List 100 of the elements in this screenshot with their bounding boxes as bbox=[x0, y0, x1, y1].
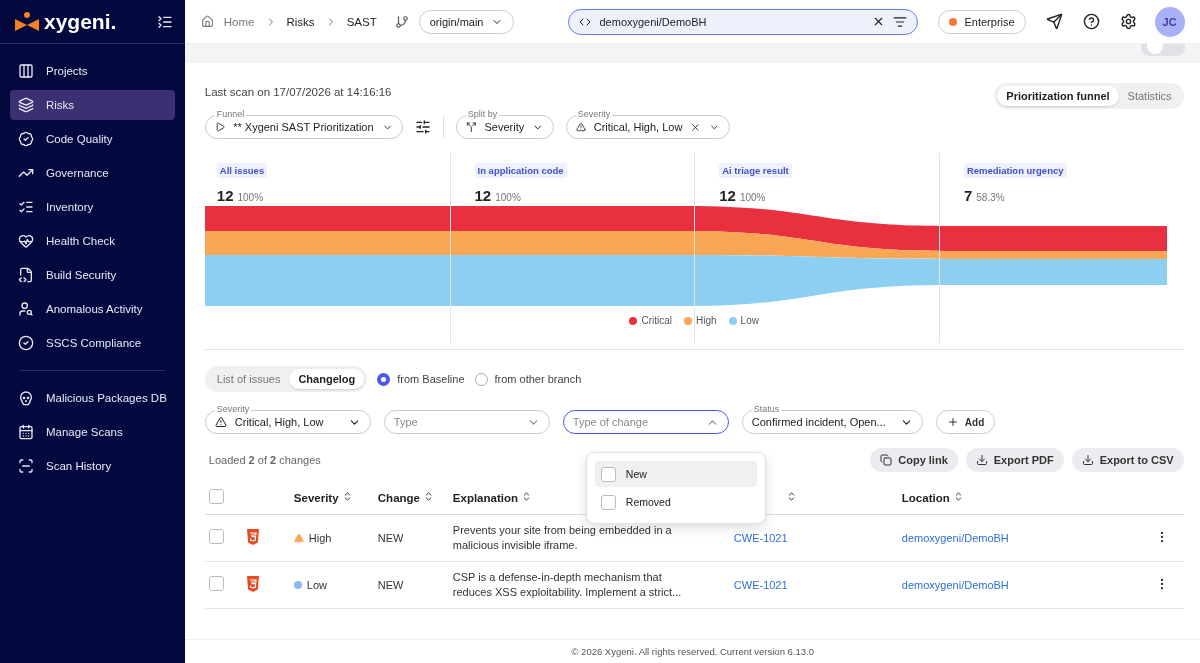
sidebar-item[interactable]: Risks bbox=[10, 90, 175, 120]
badge-icon bbox=[18, 131, 34, 147]
collapse-icon[interactable] bbox=[156, 13, 173, 30]
field-legend: Funnel bbox=[214, 109, 247, 120]
sidebar-item[interactable]: Build Security bbox=[10, 260, 175, 290]
calendar-icon bbox=[18, 424, 34, 440]
view-tab[interactable]: Statistics bbox=[1118, 86, 1181, 106]
settings-icon[interactable] bbox=[1119, 13, 1137, 30]
cwe-link[interactable]: CWE-1021 bbox=[733, 578, 788, 591]
stage-count: 12 bbox=[216, 187, 234, 204]
severity-text: High bbox=[308, 531, 332, 544]
action-button[interactable]: Export PDF bbox=[965, 448, 1064, 472]
stage-count: 7 bbox=[963, 187, 973, 204]
checkbox[interactable] bbox=[208, 576, 224, 591]
filter-select[interactable]: Type of change bbox=[562, 404, 729, 434]
play-icon bbox=[214, 121, 226, 133]
branch-icon bbox=[394, 14, 409, 29]
stage-label: Ai triage result bbox=[719, 163, 792, 178]
user-avatar[interactable]: JC bbox=[1154, 6, 1185, 37]
sidebar-item[interactable]: Governance bbox=[10, 158, 175, 188]
stage-label: Remediation urgency bbox=[963, 163, 1067, 178]
field-legend: Severity bbox=[214, 404, 252, 415]
stage-count: 12 bbox=[719, 187, 736, 204]
download-icon bbox=[975, 454, 988, 466]
stage-percent: 58.3% bbox=[976, 192, 1005, 203]
last-scan-text: Last scan on 17/07/2026 at 14:16:16 bbox=[204, 86, 392, 98]
radio-button[interactable] bbox=[377, 372, 391, 386]
filter-select[interactable]: Type bbox=[383, 404, 550, 434]
radio-label[interactable]: from Baseline bbox=[397, 373, 465, 385]
filter-icon bbox=[893, 14, 908, 29]
change-text: NEW bbox=[377, 531, 404, 544]
severity-text: Low bbox=[306, 578, 327, 591]
sliders-icon[interactable] bbox=[414, 119, 431, 135]
breadcrumb-link[interactable]: Risks bbox=[286, 15, 315, 28]
location-link[interactable]: demoxygeni/DemoBH bbox=[901, 531, 1009, 544]
html5-icon bbox=[245, 528, 260, 545]
sidebar-item[interactable]: Anomalous Activity bbox=[10, 294, 175, 324]
add-filter-button[interactable]: Add bbox=[935, 410, 996, 434]
layers-icon bbox=[18, 97, 34, 113]
loaded-count: Loaded 2 of 2 changes bbox=[208, 454, 321, 466]
field-legend: Severity bbox=[575, 109, 613, 120]
filter-select[interactable]: Funnel ** Xygeni SAST Prioritization bbox=[204, 109, 403, 139]
explanation-text: CSP is a defense-in-depth mechanism that reduces XSS exploitability. Implement a strict... bbox=[452, 569, 683, 600]
sidebar-item[interactable]: SSCS Compliance bbox=[10, 328, 175, 358]
explanation-text: Prevents your site from being embedded in a malicious invisible iframe. bbox=[452, 522, 673, 553]
skull-icon bbox=[18, 390, 34, 406]
filter-select[interactable]: Severity Critical, High, Low bbox=[565, 109, 730, 139]
field-legend: Status bbox=[751, 404, 782, 415]
user-search-icon bbox=[18, 301, 34, 317]
project-search[interactable]: demoxygeni/DemoBH bbox=[568, 8, 919, 35]
legend-label: Low bbox=[740, 315, 759, 326]
filter-select[interactable]: Status Confirmed incident, Open... bbox=[741, 404, 923, 434]
stage-count: 12 bbox=[474, 187, 492, 204]
action-button[interactable]: Copy link bbox=[870, 448, 958, 472]
list-tab[interactable]: Changelog bbox=[289, 369, 365, 389]
logo[interactable]: xygeni. bbox=[14, 9, 117, 34]
logo-icon bbox=[14, 10, 40, 33]
sidebar-item[interactable]: Projects bbox=[10, 56, 175, 86]
column-header[interactable]: Change bbox=[376, 482, 452, 514]
legend-label: High bbox=[696, 315, 717, 326]
column-header[interactable]: Location bbox=[900, 482, 1154, 514]
list-icon bbox=[18, 199, 34, 215]
action-button[interactable]: Export to CSV bbox=[1071, 448, 1184, 472]
sidebar-item[interactable]: Inventory bbox=[10, 192, 175, 222]
filter-select[interactable]: Severity Critical, High, Low bbox=[204, 404, 371, 434]
change-text: NEW bbox=[377, 578, 404, 591]
stage-percent: 100% bbox=[237, 192, 264, 203]
checkbox[interactable] bbox=[208, 489, 224, 505]
stage-label: In application code bbox=[474, 163, 567, 178]
menu-option[interactable]: New bbox=[594, 461, 757, 487]
sidebar-item[interactable]: Scan History bbox=[10, 451, 175, 481]
cwe-link[interactable]: CWE-1021 bbox=[733, 531, 788, 544]
legend-label: Critical bbox=[641, 315, 673, 326]
checkbox[interactable] bbox=[208, 529, 224, 544]
radio-label[interactable]: from other branch bbox=[494, 373, 582, 385]
sidebar-item[interactable]: Code Quality bbox=[10, 124, 175, 154]
send-icon[interactable] bbox=[1045, 13, 1063, 30]
download-icon bbox=[1081, 454, 1094, 466]
menu-option[interactable]: Removed bbox=[594, 489, 757, 515]
warning-icon bbox=[575, 121, 586, 133]
sidebar-item[interactable]: Malicious Packages DB bbox=[10, 383, 175, 413]
field-legend: Split by bbox=[465, 109, 500, 120]
filter-select[interactable]: Split by Severity bbox=[455, 109, 554, 139]
copy-icon bbox=[880, 454, 893, 466]
location-link[interactable]: demoxygeni/DemoBH bbox=[901, 578, 1009, 591]
list-tab[interactable]: List of issues bbox=[207, 369, 290, 389]
view-tab[interactable]: Prioritization funnel bbox=[997, 86, 1119, 106]
columns-icon bbox=[18, 63, 34, 79]
column-header[interactable]: Severity bbox=[292, 482, 377, 514]
breadcrumb-link[interactable]: Home bbox=[223, 15, 255, 28]
heart-icon bbox=[18, 233, 34, 249]
sidebar-item[interactable]: Health Check bbox=[10, 226, 175, 256]
checkbox[interactable] bbox=[600, 494, 616, 510]
help-icon[interactable] bbox=[1082, 13, 1100, 30]
sidebar-item[interactable]: Manage Scans bbox=[10, 417, 175, 447]
warning-icon bbox=[214, 416, 227, 428]
stage-percent: 100% bbox=[495, 192, 521, 203]
check-circle-icon bbox=[18, 335, 34, 351]
checkbox[interactable] bbox=[600, 466, 616, 482]
breadcrumb-link[interactable]: SAST bbox=[346, 15, 377, 28]
